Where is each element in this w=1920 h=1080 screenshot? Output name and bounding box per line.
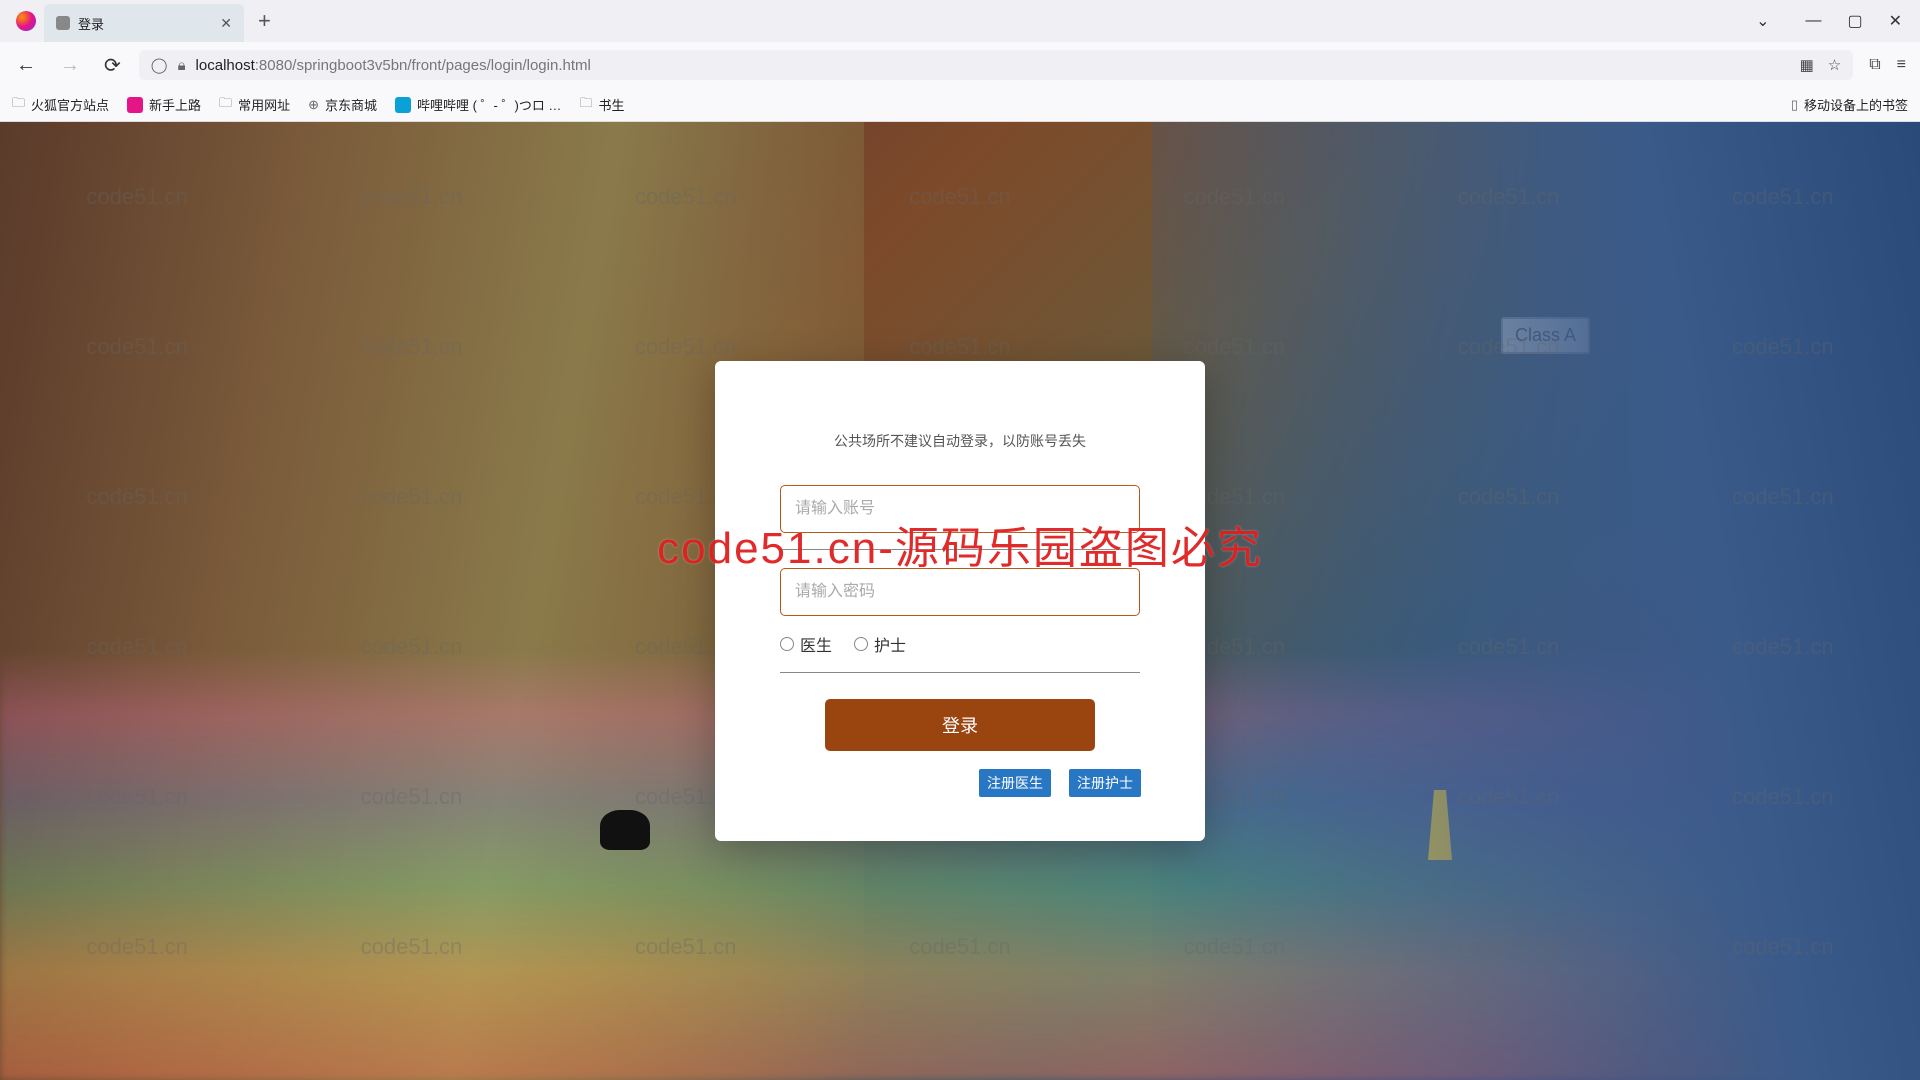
forward-button[interactable]: →: [54, 50, 86, 81]
url-text: localhost:8080/springboot3v5bn/front/pag…: [196, 57, 1790, 74]
register-links: 注册医生 注册护士: [769, 769, 1151, 797]
login-hint: 公共场所不建议自动登录，以防账号丢失: [769, 431, 1151, 451]
bookmark-item[interactable]: 🗀 火狐官方站点: [12, 94, 109, 116]
close-window-icon[interactable]: ✕: [1889, 11, 1902, 31]
device-icon: ▯: [1791, 97, 1798, 113]
tab-close-icon[interactable]: ✕: [220, 15, 232, 32]
bookmark-star-icon[interactable]: ☆: [1828, 56, 1841, 74]
browser-chrome: 登录 ✕ + ⌄ — ▢ ✕ ← → ⟳ ◯ 🔒︎ localhost:8080…: [0, 0, 1920, 122]
refresh-button[interactable]: ⟳: [98, 49, 127, 82]
favicon-icon: [127, 97, 143, 113]
favicon-icon: [395, 97, 411, 113]
radio-icon: [780, 637, 794, 651]
address-bar: ← → ⟳ ◯ 🔒︎ localhost:8080/springboot3v5b…: [0, 42, 1920, 88]
back-button[interactable]: ←: [10, 50, 42, 81]
divider: [780, 549, 1140, 550]
register-nurse-link[interactable]: 注册护士: [1069, 769, 1141, 797]
folder-icon: 🗀: [219, 94, 232, 116]
tab-title: 登录: [78, 14, 104, 33]
radio-icon: [854, 637, 868, 651]
minimize-icon[interactable]: —: [1805, 12, 1821, 30]
qr-icon[interactable]: ▦: [1800, 56, 1814, 74]
bookmarks-bar: 🗀 火狐官方站点 新手上路 🗀 常用网址 ⊕ 京东商城 哔哩哔哩 ( ゜- ゜)…: [0, 88, 1920, 122]
login-card: 公共场所不建议自动登录，以防账号丢失 医生 护士 登录 注册医生 注册护士: [715, 361, 1205, 841]
class-sign: Class A: [1501, 317, 1590, 354]
extensions-icon[interactable]: ⧉: [1869, 56, 1880, 74]
login-button[interactable]: 登录: [825, 699, 1095, 751]
bookmark-item[interactable]: 哔哩哔哩 ( ゜- ゜)つロ …: [395, 95, 561, 114]
folder-icon: 🗀: [12, 94, 25, 116]
bookmark-item[interactable]: ⊕ 京东商城: [308, 95, 377, 114]
page-content: Class A code51.cncode51.cncode51.cncode5…: [0, 122, 1920, 1080]
cat-silhouette: [600, 810, 650, 850]
password-input[interactable]: [780, 568, 1140, 616]
globe-icon: ⊕: [308, 97, 319, 113]
role-radio-doctor[interactable]: 医生: [780, 632, 832, 656]
firefox-logo-icon: [16, 11, 36, 31]
password-field-wrap: [780, 568, 1140, 616]
bookmark-item[interactable]: 🗀 书生: [579, 94, 624, 116]
role-radio-nurse[interactable]: 护士: [854, 632, 906, 656]
register-doctor-link[interactable]: 注册医生: [979, 769, 1051, 797]
browser-tab[interactable]: 登录 ✕: [44, 4, 244, 42]
username-field-wrap: [780, 485, 1140, 533]
tab-bar: 登录 ✕ + ⌄ — ▢ ✕: [0, 0, 1920, 42]
mobile-bookmarks[interactable]: ▯ 移动设备上的书签: [1791, 95, 1908, 114]
caution-sign: [1420, 790, 1460, 860]
shield-icon[interactable]: ◯: [151, 56, 168, 74]
new-tab-button[interactable]: +: [258, 8, 271, 34]
bookmark-item[interactable]: 新手上路: [127, 95, 201, 114]
app-menu-icon[interactable]: ≡: [1897, 56, 1906, 74]
lock-icon[interactable]: 🔒︎: [178, 57, 186, 74]
username-input[interactable]: [780, 485, 1140, 533]
role-radio-group: 医生 护士: [780, 632, 1140, 673]
window-controls: ⌄ — ▢ ✕: [1756, 11, 1912, 31]
url-field[interactable]: ◯ 🔒︎ localhost:8080/springboot3v5bn/fron…: [139, 50, 1853, 80]
maximize-icon[interactable]: ▢: [1847, 11, 1862, 31]
bookmark-item[interactable]: 🗀 常用网址: [219, 94, 290, 116]
folder-icon: 🗀: [579, 94, 592, 116]
tab-favicon-icon: [56, 16, 70, 30]
tabs-dropdown-icon[interactable]: ⌄: [1756, 11, 1769, 31]
